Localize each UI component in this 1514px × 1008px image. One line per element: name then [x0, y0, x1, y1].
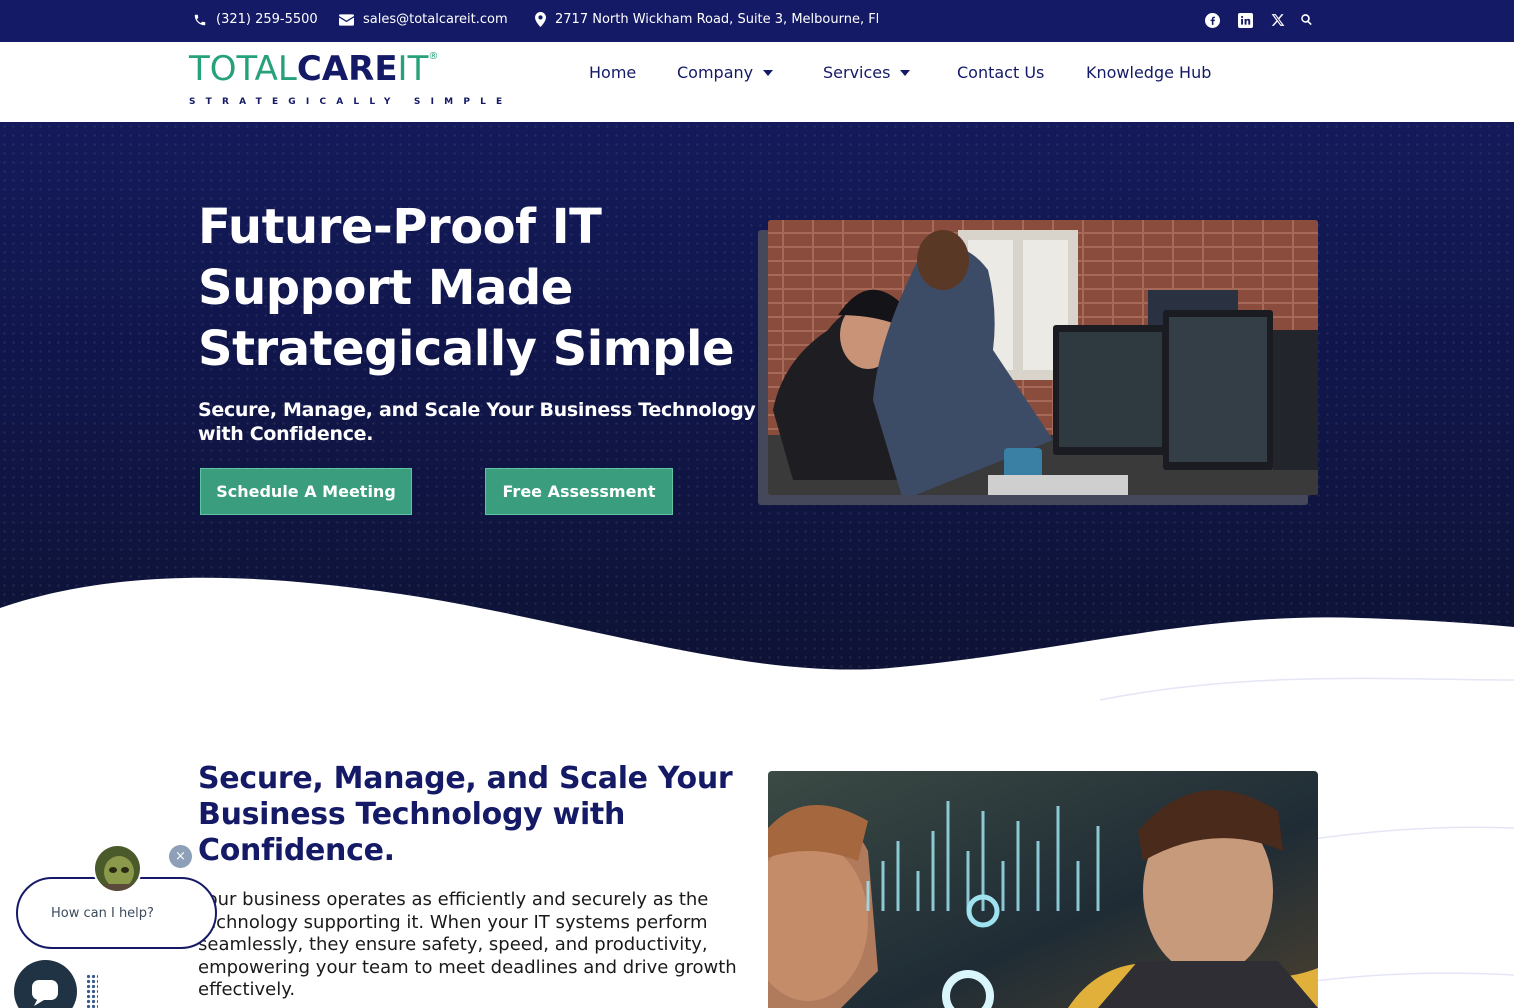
section-body: Your business operates as efficiently an… [198, 889, 737, 1000]
nav-knowledge-hub[interactable]: Knowledge Hub [1086, 63, 1211, 82]
chat-close-button[interactable]: × [169, 845, 192, 868]
map-pin-icon [535, 12, 546, 27]
close-icon: × [175, 849, 186, 864]
logo-total: TOTAL [189, 49, 297, 89]
linkedin-icon [1238, 13, 1253, 28]
free-assessment-label: Free Assessment [502, 482, 656, 501]
top-contact-bar: (321) 259-5500 sales@totalcareit.com 271… [0, 0, 1514, 42]
nav-home[interactable]: Home [589, 63, 636, 82]
address-link[interactable]: 2717 North Wickham Road, Suite 3, Melbou… [535, 12, 879, 27]
hero-office-photo [768, 220, 1318, 495]
hero-title: Future-Proof IT Support Made Strategical… [198, 199, 735, 377]
phone-number: (321) 259-5500 [216, 12, 318, 27]
phone-icon [194, 14, 206, 25]
chat-launcher-button[interactable] [14, 960, 77, 1008]
nav-home-label: Home [589, 63, 637, 82]
nav-company[interactable]: Company [677, 63, 774, 82]
x-twitter-link[interactable] [1271, 13, 1285, 27]
nav-services-label: Services [823, 63, 891, 82]
logo-tagline: STRATEGICALLY SIMPLE [189, 97, 513, 107]
x-icon [1271, 14, 1285, 26]
email-link[interactable]: sales@totalcareit.com [339, 12, 508, 27]
logo-registered-mark: ® [428, 51, 439, 62]
linkedin-link[interactable] [1238, 13, 1253, 28]
email-address: sales@totalcareit.com [363, 12, 508, 27]
address-text: 2717 North Wickham Road, Suite 3, Melbou… [555, 12, 880, 27]
nav-contact[interactable]: Contact Us [957, 63, 1044, 82]
facebook-link[interactable] [1205, 13, 1220, 28]
nav-company-label: Company [677, 63, 754, 82]
logo-it: IT [397, 49, 429, 89]
chat-prompt-text: How can I help? [51, 905, 154, 921]
search-icon [1301, 14, 1312, 26]
logo-care: CARE [296, 49, 398, 89]
schedule-meeting-label: Schedule A Meeting [216, 482, 396, 501]
hero-subtitle: Secure, Manage, and Scale Your Business … [198, 399, 756, 445]
schedule-meeting-button[interactable]: Schedule A Meeting [200, 468, 412, 515]
nav-services[interactable]: Services [823, 63, 911, 82]
nav-contact-label: Contact Us [957, 63, 1045, 82]
envelope-icon [339, 13, 354, 26]
facebook-icon [1205, 13, 1220, 28]
chat-icon [32, 980, 58, 1006]
phone-link[interactable]: (321) 259-5500 [193, 12, 318, 27]
chevron-down-icon [900, 69, 911, 76]
analytics-team-photo [768, 771, 1318, 1008]
site-logo[interactable]: TOTALCAREIT® [189, 49, 439, 89]
section-title: Secure, Manage, and Scale Your Business … [198, 761, 733, 868]
free-assessment-button[interactable]: Free Assessment [485, 468, 673, 515]
drag-handle-icon[interactable] [86, 974, 98, 1008]
chevron-down-icon [763, 69, 774, 76]
nav-knowledge-label: Knowledge Hub [1086, 63, 1212, 82]
chat-agent-avatar [93, 844, 142, 893]
search-button[interactable] [1300, 13, 1313, 26]
